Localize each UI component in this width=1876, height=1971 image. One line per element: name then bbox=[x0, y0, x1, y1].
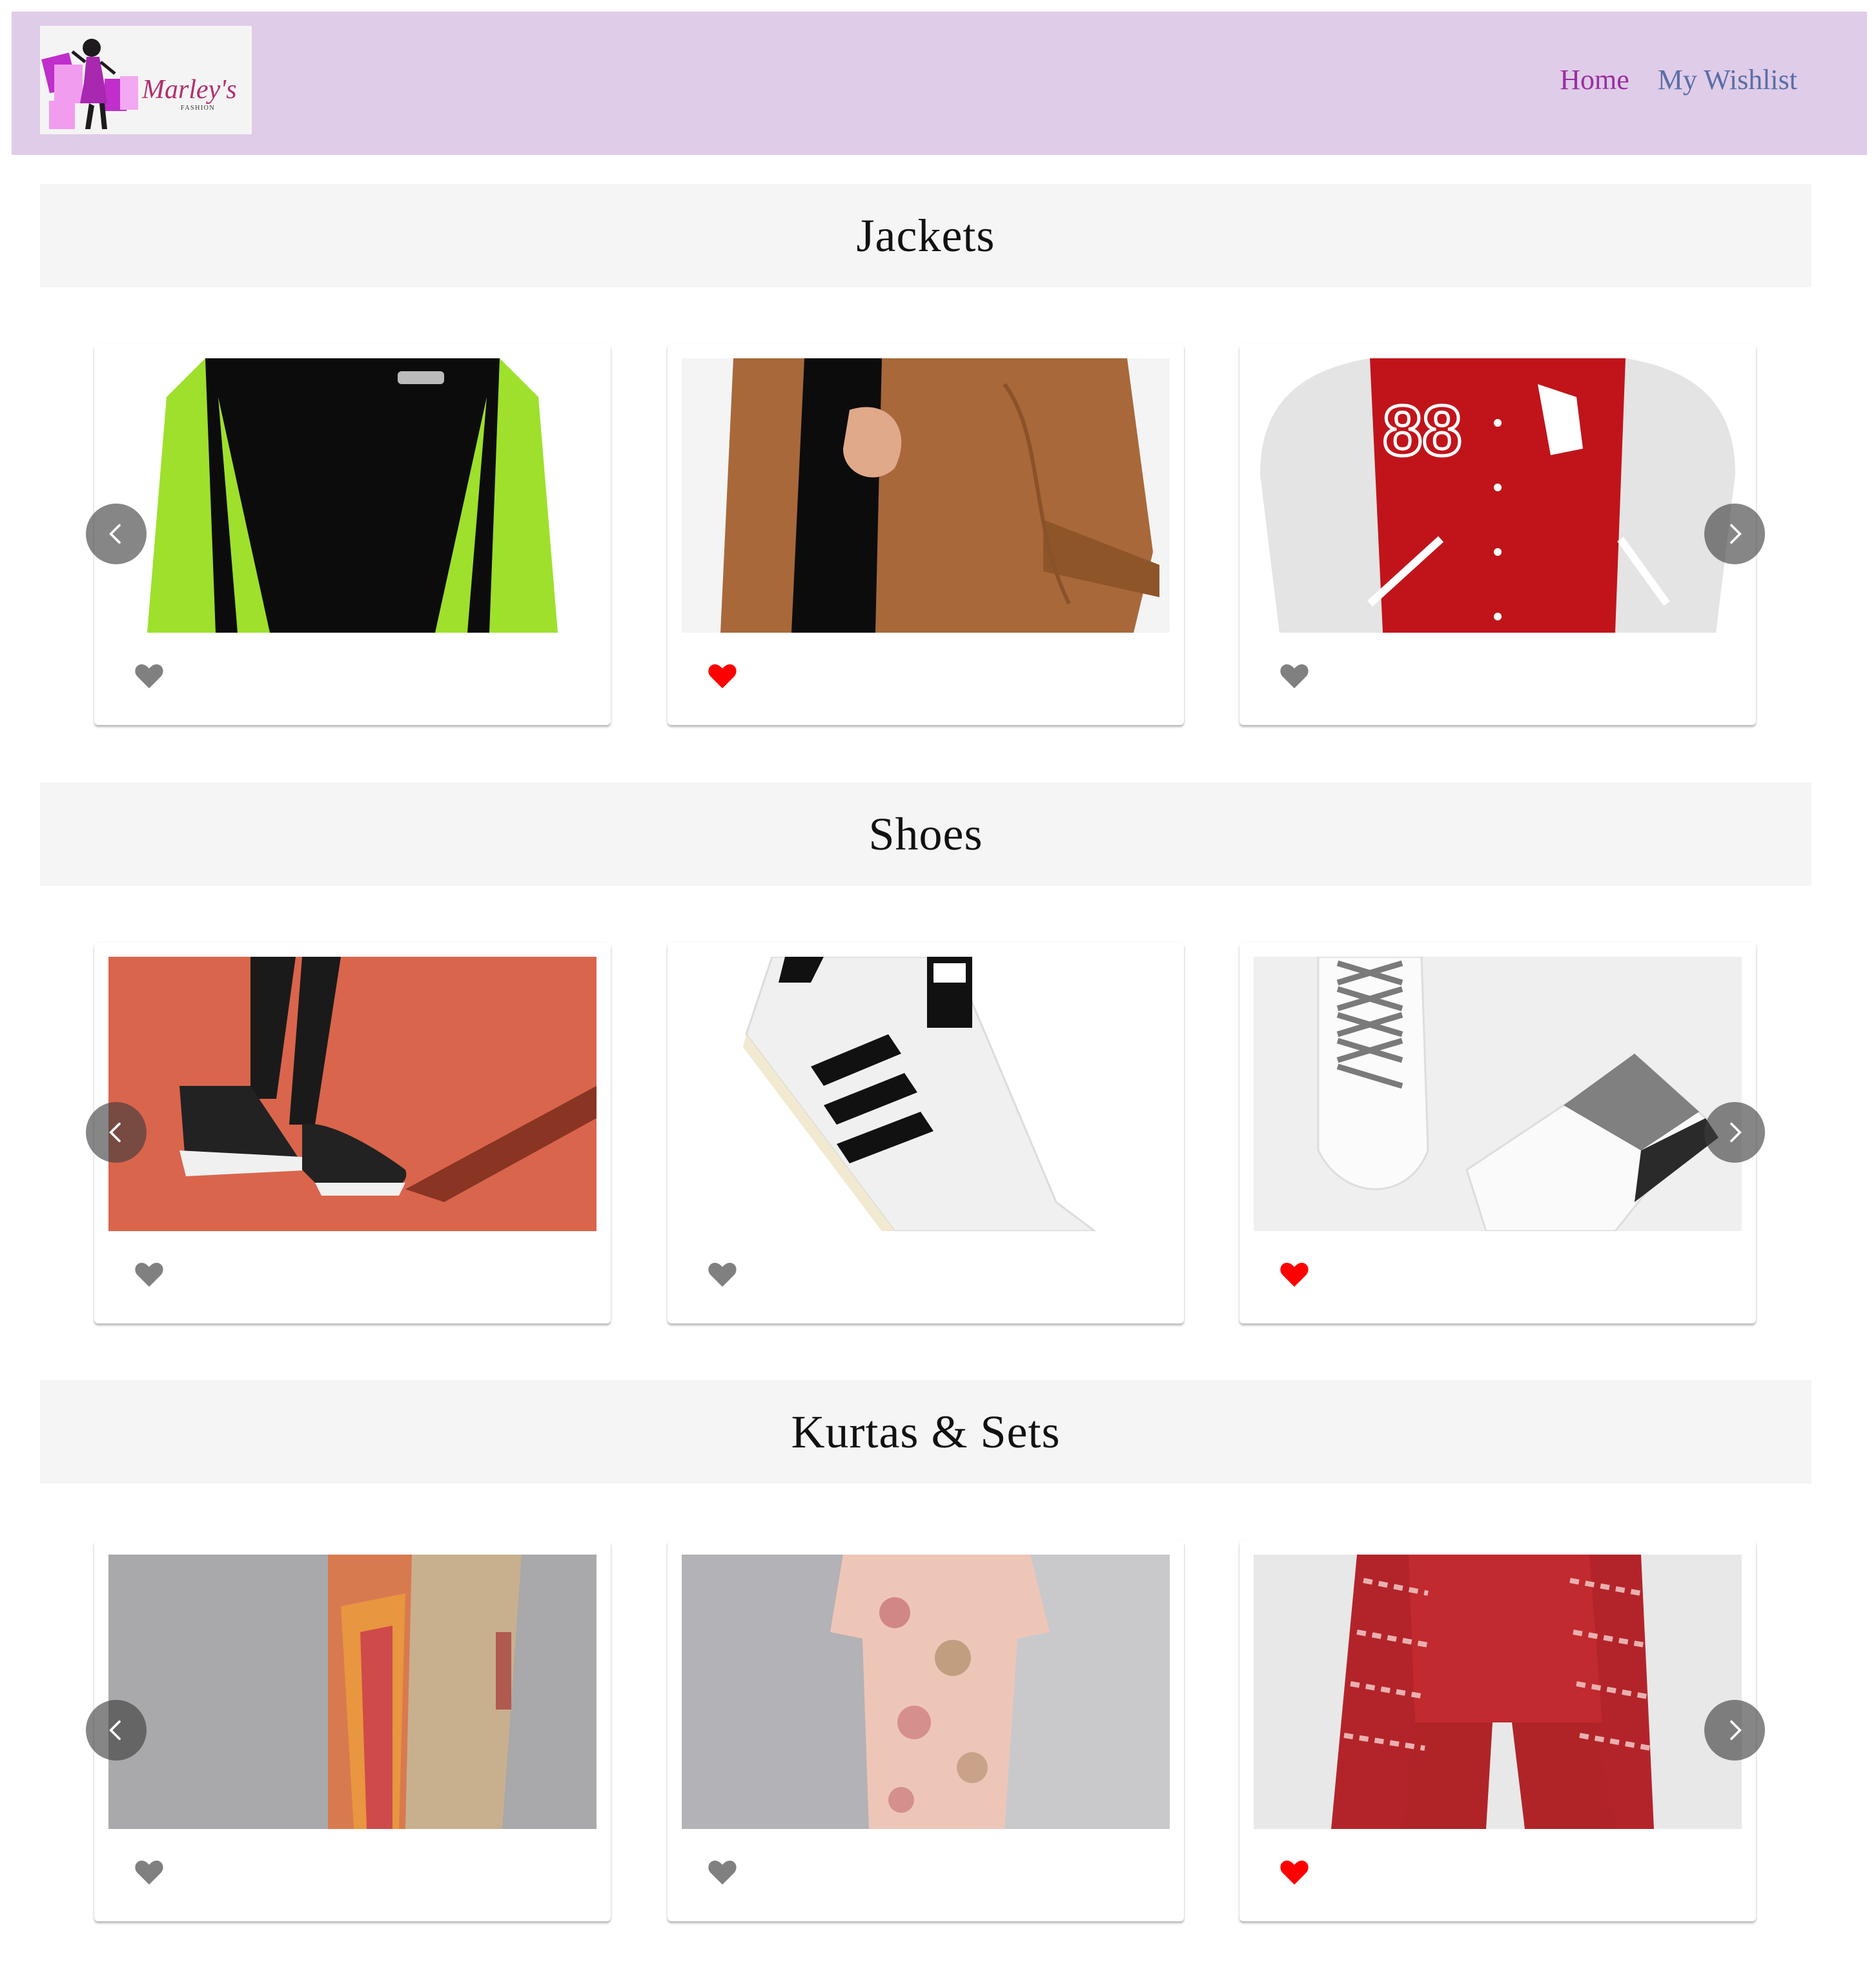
wishlist-heart-icon[interactable] bbox=[1280, 1859, 1309, 1886]
wishlist-heart-icon[interactable] bbox=[1280, 662, 1309, 689]
product-card[interactable] bbox=[668, 1540, 1184, 1921]
carousel-next-button[interactable] bbox=[1704, 1700, 1765, 1761]
svg-text:Marley's: Marley's bbox=[141, 75, 237, 105]
svg-text:88: 88 bbox=[1383, 391, 1462, 471]
navbar: Marley's FASHION Home My Wishlist bbox=[12, 12, 1867, 155]
wishlist-heart-icon[interactable] bbox=[708, 662, 737, 689]
chevron-right-icon bbox=[1730, 524, 1742, 544]
product-image[interactable] bbox=[682, 1555, 1170, 1829]
product-card[interactable] bbox=[94, 943, 611, 1323]
wishlist-heart-icon[interactable] bbox=[134, 662, 164, 689]
section-title: Jackets bbox=[856, 209, 995, 261]
wishlist-heart-icon[interactable] bbox=[1280, 1261, 1309, 1288]
chevron-left-icon bbox=[109, 1720, 121, 1741]
nav-menu: Home My Wishlist bbox=[1560, 63, 1797, 96]
carousel-next-button[interactable] bbox=[1704, 504, 1765, 564]
carousel-next-button[interactable] bbox=[1704, 1102, 1765, 1163]
wishlist-heart-icon[interactable] bbox=[134, 1261, 164, 1288]
product-card[interactable] bbox=[668, 344, 1184, 725]
section-header-kurtas-sets: Kurtas & Sets bbox=[40, 1380, 1811, 1484]
wishlist-heart-icon[interactable] bbox=[708, 1261, 737, 1288]
product-image[interactable] bbox=[108, 1555, 596, 1829]
section-header-shoes: Shoes bbox=[40, 782, 1811, 886]
product-card[interactable]: 88 bbox=[1239, 344, 1756, 725]
svg-text:FASHION: FASHION bbox=[181, 105, 215, 112]
wishlist-heart-icon[interactable] bbox=[134, 1859, 164, 1886]
product-card[interactable] bbox=[1239, 943, 1756, 1323]
chevron-left-icon bbox=[109, 1122, 121, 1143]
product-card[interactable] bbox=[1239, 1540, 1756, 1921]
product-image[interactable] bbox=[682, 957, 1170, 1231]
carousel-prev-button[interactable] bbox=[86, 1102, 147, 1163]
product-card[interactable] bbox=[94, 1540, 611, 1921]
nav-home-link[interactable]: Home bbox=[1560, 63, 1629, 96]
chevron-right-icon bbox=[1730, 1122, 1742, 1143]
section-title: Kurtas & Sets bbox=[791, 1405, 1061, 1458]
chevron-left-icon bbox=[109, 524, 121, 544]
product-image[interactable] bbox=[682, 358, 1170, 633]
product-image[interactable] bbox=[108, 957, 596, 1231]
chevron-right-icon bbox=[1730, 1720, 1742, 1741]
nav-wishlist-link[interactable]: My Wishlist bbox=[1658, 63, 1797, 96]
product-card[interactable] bbox=[668, 943, 1184, 1323]
product-image[interactable]: 88 bbox=[1254, 358, 1742, 633]
logo-image: Marley's FASHION bbox=[40, 26, 252, 134]
section-title: Shoes bbox=[868, 808, 983, 860]
section-header-jackets: Jackets bbox=[40, 184, 1811, 287]
wishlist-heart-icon[interactable] bbox=[708, 1859, 737, 1886]
brand-logo[interactable]: Marley's FASHION bbox=[40, 26, 252, 134]
carousel-prev-button[interactable] bbox=[86, 504, 147, 564]
product-image[interactable] bbox=[108, 358, 596, 633]
product-card[interactable] bbox=[94, 344, 611, 725]
product-image[interactable] bbox=[1254, 1555, 1742, 1829]
product-image[interactable] bbox=[1254, 957, 1742, 1231]
carousel-prev-button[interactable] bbox=[86, 1700, 147, 1761]
